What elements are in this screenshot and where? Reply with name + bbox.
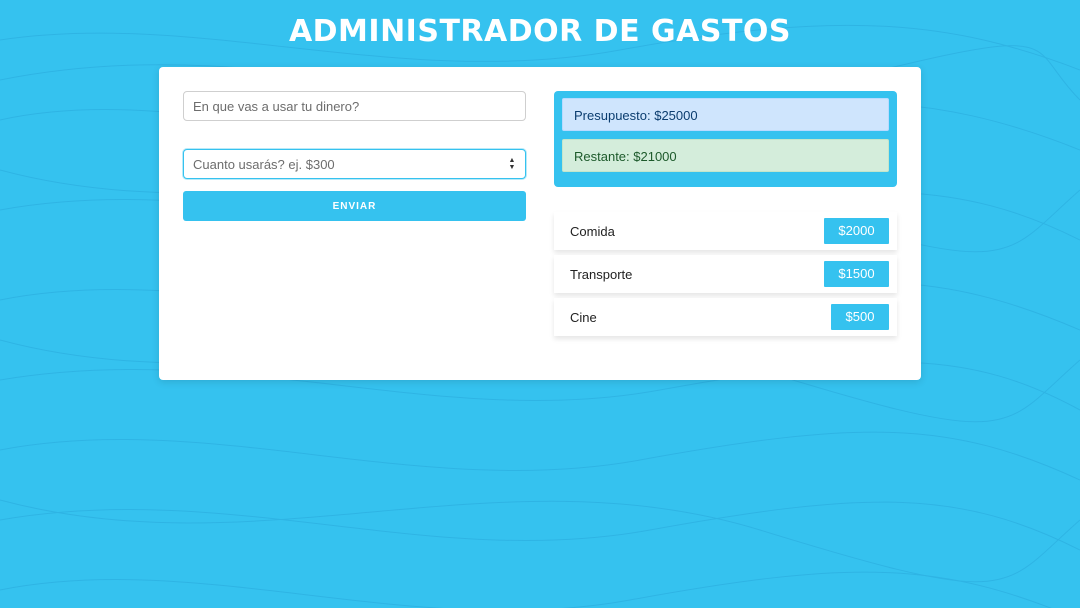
list-item: Cine $500 <box>554 298 897 336</box>
number-spinner-icon[interactable]: ▲ ▼ <box>508 157 516 171</box>
budget-panel: Presupuesto: $25000 Restante: $21000 Com… <box>554 91 897 341</box>
expense-list: Comida $2000 Transporte $1500 Cine $500 <box>554 212 897 336</box>
expense-amount-input[interactable] <box>183 149 526 179</box>
budget-remaining: Restante: $21000 <box>562 139 889 172</box>
expense-amount-badge: $500 <box>831 304 889 330</box>
expense-amount-wrapper: ▲▼ <box>183 149 526 179</box>
submit-button[interactable]: ENVIAR <box>183 191 526 221</box>
list-item: Comida $2000 <box>554 212 897 250</box>
expense-amount-badge: $2000 <box>824 218 889 244</box>
main-card: ▲▼ ENVIAR Presupuesto: $25000 Restante: … <box>159 67 921 380</box>
expense-amount-badge: $1500 <box>824 261 889 287</box>
expense-name: Cine <box>570 309 597 325</box>
expense-name-input[interactable] <box>183 91 526 121</box>
expense-form: ▲▼ ENVIAR <box>183 91 526 221</box>
budget-summary: Presupuesto: $25000 Restante: $21000 <box>554 91 897 187</box>
list-item: Transporte $1500 <box>554 255 897 293</box>
expense-name: Comida <box>570 223 615 239</box>
page-title: ADMINISTRADOR DE GASTOS <box>288 14 792 49</box>
budget-total: Presupuesto: $25000 <box>562 98 889 131</box>
expense-name: Transporte <box>570 266 633 282</box>
